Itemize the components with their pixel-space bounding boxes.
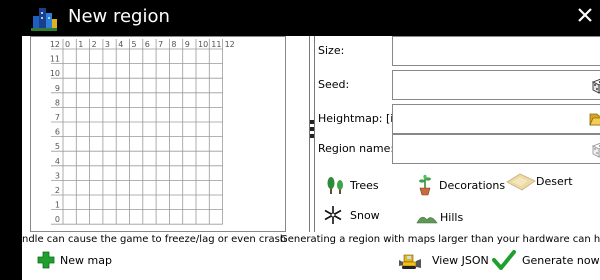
grid-y-label: 7	[55, 113, 60, 122]
generate-now-label: Generate now	[522, 254, 600, 267]
warning-text-right: Generating a region with maps larger tha…	[280, 234, 600, 245]
seed-label: Seed:	[318, 78, 350, 91]
hills-icon	[416, 216, 438, 224]
grid-y-label: 2	[55, 186, 60, 195]
feature-decorations[interactable]: Decorations	[414, 174, 506, 196]
grid-x-label: 4	[118, 40, 123, 49]
decorations-icon	[419, 174, 431, 196]
desert-icon	[506, 173, 536, 191]
city-icon	[31, 8, 57, 31]
desert-label: Desert	[536, 175, 573, 188]
grid-y-label: 1	[55, 201, 60, 210]
dice-icon[interactable]	[590, 140, 600, 158]
grid-y-label: 8	[55, 98, 60, 107]
grid-y-label: 12	[50, 40, 60, 49]
grid-y-label: 4	[55, 157, 60, 166]
snow-icon	[324, 206, 342, 224]
grid-x-label: 6	[145, 40, 150, 49]
trees-icon	[327, 177, 343, 194]
generate-now-button[interactable]: Generate now	[492, 250, 600, 272]
window-title: New region	[68, 6, 170, 27]
bulldozer-icon	[399, 254, 421, 269]
grid-y-label: 0	[55, 215, 60, 224]
seed-input[interactable]	[393, 71, 600, 99]
grid-y-label: 3	[55, 171, 60, 180]
size-row: Size:	[318, 36, 600, 66]
seed-row: Seed:	[318, 70, 600, 100]
splitter-handle[interactable]	[309, 118, 315, 140]
region-grid[interactable]: 0 1 2 3 4 5 6 7 8 9 10 11 121211109876543210	[31, 37, 285, 231]
grid-x-label: 1	[78, 40, 83, 49]
region-name-field-box	[392, 134, 600, 164]
feature-hills[interactable]: Hills	[416, 206, 476, 228]
seed-field-box	[392, 70, 600, 100]
region-grid-panel: 0 1 2 3 4 5 6 7 8 9 10 11 12 12 11 10 9 8 7 6 5 4 3 2 1 0	[30, 36, 286, 232]
snow-label: Snow	[350, 209, 380, 222]
size-field-box	[392, 36, 600, 66]
grid-x-label: 3	[105, 40, 110, 49]
close-icon[interactable]	[574, 4, 596, 26]
region-name-input[interactable]	[393, 135, 600, 163]
grid-x-label: 11	[211, 40, 221, 49]
grid-x-label: 7	[158, 40, 163, 49]
checkmark-icon	[492, 250, 516, 270]
folder-icon[interactable]	[588, 110, 600, 128]
view-json-label: View JSON	[432, 254, 489, 267]
grid-y-label: 9	[55, 84, 60, 93]
size-input[interactable]	[393, 37, 600, 65]
grid-x-label: 8	[171, 40, 176, 49]
feature-desert[interactable]: Desert	[506, 170, 586, 192]
feature-trees[interactable]: Trees	[325, 174, 395, 196]
grid-y-label: 6	[55, 128, 60, 137]
grid-x-label: 2	[92, 40, 97, 49]
grid-x-label: 10	[198, 40, 208, 49]
grid-y-label: 11	[50, 55, 60, 64]
trees-label: Trees	[350, 179, 379, 192]
view-json-button[interactable]: View JSON	[398, 250, 489, 272]
dice-icon[interactable]	[590, 76, 600, 94]
grid-y-label: 5	[55, 142, 60, 151]
heightmap-input[interactable]	[393, 105, 600, 133]
grid-x-label: 0	[65, 40, 70, 49]
grid-x-label: 9	[185, 40, 190, 49]
warning-text-left: ndle can cause the game to freeze/lag or…	[22, 234, 287, 245]
grid-x-label: 5	[132, 40, 137, 49]
decorations-label: Decorations	[439, 179, 506, 192]
heightmap-field-box	[392, 104, 600, 134]
size-label: Size:	[318, 44, 345, 57]
new-map-button[interactable]: New map	[36, 250, 126, 272]
new-map-label: New map	[60, 254, 112, 267]
grid-x-label: 12	[225, 40, 235, 49]
heightmap-label: Heightmap: [i]	[318, 112, 398, 125]
region-name-row: Region name:	[318, 134, 600, 164]
plus-icon	[37, 251, 55, 269]
heightmap-row: Heightmap: [i]	[318, 104, 600, 134]
hills-label: Hills	[440, 211, 464, 224]
grid-y-label: 10	[50, 69, 60, 78]
dialog-content: 0 1 2 3 4 5 6 7 8 9 10 11 12 12 11 10 9 8 7 6 5 4 3 2 1 0 Size: S…	[22, 36, 600, 280]
title-bar: New region	[0, 0, 600, 36]
region-name-label: Region name:	[318, 142, 395, 155]
feature-snow[interactable]: Snow	[322, 204, 392, 226]
